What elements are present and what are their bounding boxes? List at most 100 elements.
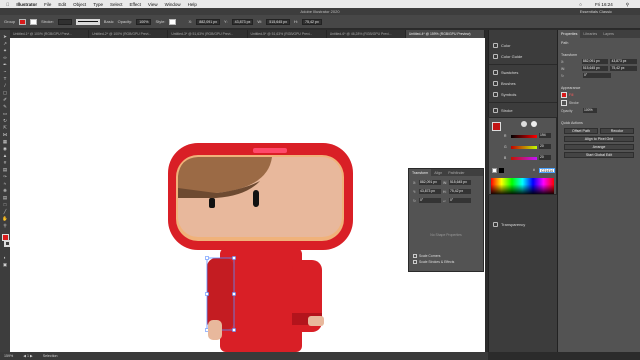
menu-object[interactable]: Object (73, 2, 86, 7)
red-slider[interactable] (511, 135, 537, 138)
dock-swatches[interactable]: Swatches (489, 67, 557, 78)
pencil-icon[interactable]: ✎ (2, 104, 8, 109)
green-value[interactable]: 20 (539, 144, 551, 149)
tab-pathfinder[interactable]: Pathfinder (445, 169, 467, 176)
scale-strokes-checkbox[interactable] (413, 260, 417, 264)
fill-swatch[interactable] (561, 92, 567, 98)
start-global-edit-button[interactable]: Start Global Edit (564, 152, 634, 158)
props-w-field[interactable]: 515,645 px (581, 66, 609, 71)
tab-transform[interactable]: Transform (409, 169, 432, 176)
green-slider[interactable] (511, 146, 537, 149)
paintbrush-icon[interactable]: ✐ (2, 97, 8, 102)
selection-handle[interactable] (232, 292, 236, 296)
menu-effect[interactable]: Effect (129, 2, 140, 7)
line-tool-icon[interactable]: / (2, 83, 8, 88)
tab-layers[interactable]: Layers (600, 30, 617, 38)
blend-tool-icon[interactable]: ≈ (2, 181, 8, 186)
gradient-tool-icon[interactable]: ▤ (2, 167, 8, 172)
transform-h-field[interactable]: 75,42 px (449, 189, 471, 194)
free-transform-icon[interactable]: ▦ (2, 139, 8, 144)
artboard-tool-icon[interactable]: □ (2, 202, 8, 207)
wifi-icon[interactable]: ○ (579, 2, 582, 8)
dock-symbols[interactable]: Symbols (489, 89, 557, 100)
brush-label[interactable]: Basic (104, 19, 114, 24)
shape-builder-icon[interactable]: ◉ (2, 146, 8, 151)
eyedropper-icon[interactable]: ✑ (2, 174, 8, 179)
rotate-field[interactable]: 0° (419, 198, 441, 203)
selection-handle[interactable] (205, 256, 209, 260)
color-panel-menu-icon[interactable] (531, 121, 537, 127)
search-icon[interactable]: ⚲ (626, 2, 629, 8)
black-swatch[interactable] (499, 168, 504, 173)
recolor-button[interactable]: Recolor (600, 128, 634, 134)
props-y-field[interactable]: 43,873 px (610, 59, 638, 64)
transform-x-field[interactable]: 882,091 px (419, 180, 441, 185)
opacity-field[interactable]: 100% (136, 18, 152, 25)
props-angle-field[interactable]: 0° (583, 73, 611, 78)
tab-align[interactable]: Align (431, 169, 445, 176)
symbol-sprayer-icon[interactable]: ❋ (2, 188, 8, 193)
props-x-field[interactable]: 882,091 px (581, 59, 609, 64)
screen-mode-icon[interactable]: ▣ (2, 262, 8, 267)
blue-slider[interactable] (511, 157, 537, 160)
width-tool-icon[interactable]: ⋈ (2, 132, 8, 137)
magic-wand-icon[interactable]: ✦ (2, 48, 8, 53)
menu-select[interactable]: Select (110, 2, 123, 7)
opacity-field[interactable]: 100% (583, 108, 597, 113)
tab-properties[interactable]: Properties (558, 30, 581, 38)
none-swatch[interactable] (492, 168, 497, 173)
hand-tool-icon[interactable]: ✋ (2, 216, 8, 221)
eraser-icon[interactable]: ▭ (2, 111, 8, 116)
lasso-icon[interactable]: ∞ (2, 55, 8, 60)
apple-icon[interactable]:  (6, 2, 9, 7)
current-tool[interactable]: Selection (43, 354, 58, 358)
dock-transparency[interactable]: Transparency (489, 219, 557, 230)
tab-untitled-3[interactable]: Untitled-3* @ 51,63% (RGB/GPU Previ... (168, 30, 248, 38)
workspace-switcher[interactable]: Essentials Classic (580, 8, 612, 15)
left-arm[interactable] (207, 258, 234, 330)
align-pixel-grid-button[interactable]: Align to Pixel Grid (564, 136, 634, 142)
h-field[interactable]: 75,42 px (302, 18, 322, 25)
w-field[interactable]: 515,645 px (266, 18, 291, 25)
rectangle-tool-icon[interactable]: ▢ (2, 90, 8, 95)
stroke-swatch[interactable] (30, 18, 38, 25)
menu-view[interactable]: View (148, 2, 158, 7)
perspective-icon[interactable]: ▲ (2, 153, 8, 158)
scale-corners-checkbox[interactable] (413, 254, 417, 258)
menu-window[interactable]: Window (165, 2, 181, 7)
offset-path-button[interactable]: Offset Path (564, 128, 598, 134)
shear-field[interactable]: 0° (449, 198, 471, 203)
clock[interactable]: Fri 16:24 (595, 2, 613, 8)
tab-untitled-2[interactable]: Untitled-2* @ 100% (RGB/GPU Previ... (89, 30, 169, 38)
dock-stroke[interactable]: Stroke (489, 105, 557, 116)
stroke-weight-field[interactable] (57, 18, 72, 25)
brush-preview[interactable] (75, 18, 100, 25)
transform-y-field[interactable]: 43,873 px (419, 189, 441, 194)
artboard-nav[interactable]: ◀ 1 ▶ (23, 354, 33, 358)
style-swatch[interactable] (169, 18, 177, 25)
selection-tool-icon[interactable]: ➤ (2, 34, 8, 39)
y-field[interactable]: 43,873 px (231, 18, 254, 25)
mesh-tool-icon[interactable]: # (2, 160, 8, 165)
color-preview-swatch[interactable] (492, 122, 501, 131)
type-tool-icon[interactable]: T (2, 76, 8, 81)
props-h-field[interactable]: 75,42 px (610, 66, 638, 71)
menu-help[interactable]: Help (188, 2, 197, 7)
tab-untitled-1[interactable]: Untitled-1* @ 100% (RGB/GPU Previ... (10, 30, 90, 38)
dock-color[interactable]: Color (489, 40, 557, 51)
pen-tool-icon[interactable]: ✒ (2, 62, 8, 67)
zoom-tool-icon[interactable]: ⚲ (2, 223, 8, 228)
selection-handle[interactable] (232, 328, 236, 332)
arrange-button[interactable]: Arrange (564, 144, 634, 150)
menu-file[interactable]: File (44, 2, 51, 7)
curvature-tool-icon[interactable]: ~ (2, 69, 8, 74)
dock-color-guide[interactable]: Color Guide (489, 51, 557, 62)
menu-app[interactable]: Illustrator (16, 2, 37, 7)
hex-field[interactable]: C21414 (539, 168, 555, 173)
blue-value[interactable]: 20 (539, 155, 551, 160)
direct-selection-tool-icon[interactable]: ↗ (2, 41, 8, 46)
transform-w-field[interactable]: 515,645 px (449, 180, 471, 185)
tab-untitled-4[interactable]: Untitled-4* @ 159% (RGB/GPU Preview) (405, 30, 486, 38)
rotate-tool-icon[interactable]: ↻ (2, 118, 8, 123)
tab-untitled-6[interactable]: Untitled-6* @ 46,28% (RGB/GPU Previ... (327, 30, 406, 38)
